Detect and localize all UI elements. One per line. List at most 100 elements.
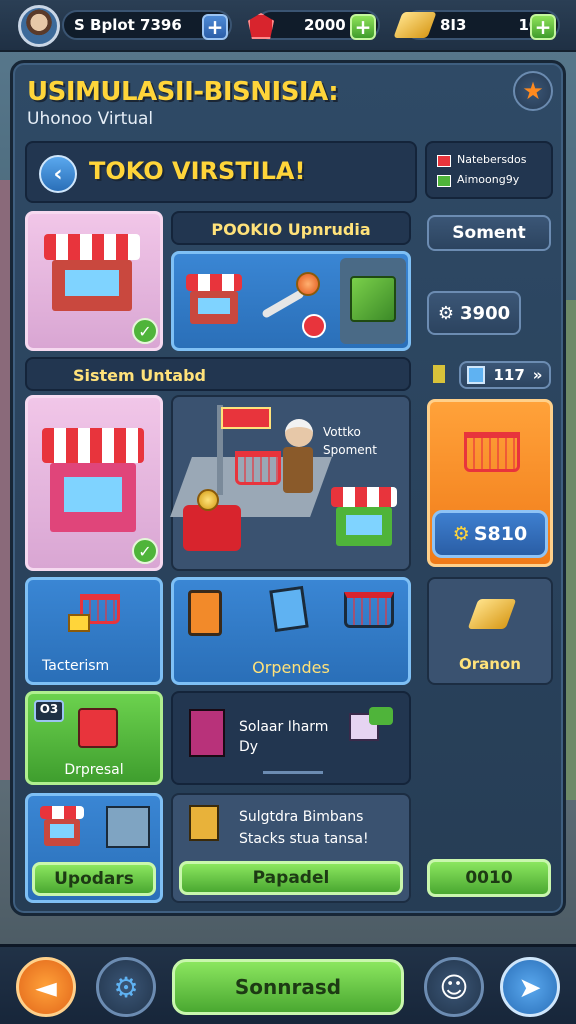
- side-action-label: Soment: [452, 223, 526, 243]
- favorite-star-button[interactable]: ★: [513, 71, 553, 111]
- back-arrow-icon: ◄: [35, 970, 57, 1004]
- worker-role: Spoment: [323, 443, 377, 457]
- kiosk-icon: [186, 274, 242, 330]
- legend-item-1: Natebersdos: [457, 153, 527, 166]
- storefront-icon: [44, 234, 140, 320]
- orpendes-label: Orpendes: [252, 658, 330, 677]
- papadel-label: Papadel: [252, 868, 330, 888]
- gold-resource: 8I3 10 +: [393, 10, 560, 40]
- gear-icon: ⚙: [113, 970, 139, 1004]
- boost-counter[interactable]: 117 »: [459, 361, 551, 389]
- wrench-icon: [261, 289, 305, 319]
- cash-stack-icon: [369, 707, 393, 725]
- add-gems-button[interactable]: +: [350, 14, 376, 40]
- promo-line-2: Stacks stua tansa!: [239, 831, 369, 847]
- star-icon: ★: [522, 77, 544, 105]
- section-header: Sistem Untabd: [25, 357, 411, 391]
- upgrade-header: POOKIO Upnrudia: [171, 211, 411, 245]
- tacterism-label: Tacterism: [42, 658, 110, 674]
- cart-buy-button[interactable]: ⚙ S810: [432, 510, 548, 558]
- small-stall-icon: [331, 487, 397, 553]
- gear-icon: ⚙: [437, 302, 455, 324]
- gems-value: 2000: [304, 16, 346, 34]
- double-chevron-icon: »: [532, 366, 543, 384]
- shop-banner[interactable]: ‹ TOKO VIRSTILA!: [25, 141, 417, 203]
- legend-red-icon: [437, 155, 451, 167]
- stall-icon: [40, 806, 84, 850]
- shopping-cart-icon: [464, 432, 520, 472]
- crate-slot: [340, 258, 406, 344]
- profile-button[interactable]: ☺: [424, 957, 484, 1017]
- back-button[interactable]: ◄: [16, 957, 76, 1017]
- gift-box-icon: [78, 708, 118, 748]
- oranon-label: Oranon: [459, 655, 521, 673]
- gold-amount: 8I3: [440, 16, 467, 34]
- top-resource-bar: S Bplot 7396 + 2000 + 8I3 10 +: [0, 0, 576, 52]
- gold-bar-icon: [393, 12, 437, 38]
- check-badge-icon: ✓: [132, 538, 158, 564]
- papadel-button[interactable]: Papadel: [179, 861, 403, 895]
- back-arrow-icon[interactable]: ‹: [39, 155, 77, 193]
- add-coins-button[interactable]: +: [202, 14, 228, 40]
- coins-label: S Bplot 7396: [74, 16, 182, 34]
- gold-bar-icon: [467, 599, 517, 629]
- shop-sign-icon: [221, 407, 271, 429]
- gems-resource: 2000 +: [248, 10, 380, 40]
- send-arrow-icon: ➤: [518, 970, 542, 1004]
- add-gold-button[interactable]: +: [530, 14, 556, 40]
- count-label: 0010: [465, 868, 513, 888]
- card-icon: [269, 585, 309, 633]
- upgrade-card[interactable]: [171, 251, 411, 351]
- worker-body-icon: [283, 447, 313, 493]
- tacterism-card[interactable]: Tacterism: [25, 577, 163, 685]
- upodars-card[interactable]: Upodars: [25, 793, 163, 903]
- remove-icon: [302, 314, 326, 338]
- cart-price: S810: [473, 523, 528, 545]
- info-line-2: Dy: [239, 739, 259, 755]
- oranon-card[interactable]: Oranon: [427, 577, 553, 685]
- side-action-button[interactable]: Soment: [427, 215, 551, 251]
- settings-button[interactable]: ⚙: [96, 957, 156, 1017]
- coin-icon: [197, 489, 219, 511]
- shopping-bag-icon: [189, 709, 225, 757]
- main-action-button[interactable]: Sonnrasd: [172, 959, 404, 1015]
- orpendes-card[interactable]: Orpendes: [171, 577, 411, 685]
- upgrade-header-label: POOKIO Upnrudia: [211, 220, 371, 239]
- upodars-button[interactable]: Upodars: [32, 862, 156, 896]
- hand-icon: [189, 805, 219, 841]
- cart-offer-card[interactable]: ⚙ S810: [427, 399, 553, 567]
- section-header-label: Sistem Untabd: [73, 366, 207, 385]
- shop-card-2[interactable]: ✓: [25, 395, 163, 571]
- player-avatar[interactable]: [18, 5, 60, 47]
- drpresal-label: Drpresal: [64, 762, 124, 778]
- drpresal-badge: O3: [34, 700, 64, 722]
- legend-box: Natebersdos Aimoong9y: [425, 141, 553, 199]
- basket-icon: [344, 592, 394, 628]
- side-price-badge[interactable]: ⚙ 3900: [427, 291, 521, 335]
- progress-indicator: [263, 771, 323, 774]
- legend-item-2: Aimoong9y: [457, 173, 520, 186]
- shop-banner-title: TOKO VIRSTILA!: [89, 157, 306, 185]
- promo-card[interactable]: Sulgtdra Bimbans Stacks stua tansa! Papa…: [171, 793, 411, 903]
- count-button[interactable]: 0010: [427, 859, 551, 897]
- bottom-navigation-bar: ◄ ⚙ Sonnrasd ☺ ➤: [0, 944, 576, 1024]
- business-panel: USIMULASII-BISNISIA: Uhonoo Virtual ★ ‹ …: [10, 60, 566, 916]
- cash-bin-icon: [183, 505, 241, 551]
- share-button[interactable]: ➤: [500, 957, 560, 1017]
- blue-cube-icon: [467, 366, 486, 384]
- side-price-value: 3900: [460, 302, 511, 324]
- page-subtitle: Uhonoo Virtual: [27, 109, 154, 129]
- drpresal-card[interactable]: O3 Drpresal: [25, 691, 163, 785]
- upodars-label: Upodars: [54, 869, 134, 889]
- shop-card-1[interactable]: ✓: [25, 211, 163, 351]
- promo-line-1: Sulgtdra Bimbans: [239, 809, 364, 825]
- cart-icon: [235, 451, 281, 485]
- shield-icon: [296, 272, 320, 296]
- flag-icon: [433, 365, 445, 383]
- page-title: USIMULASII-BISNISIA:: [27, 77, 339, 107]
- info-card[interactable]: Solaar Iharm Dy: [171, 691, 411, 785]
- gear-coin-icon: ⚙: [452, 523, 470, 545]
- worker-scene-card[interactable]: Vottko Spoment: [170, 395, 411, 571]
- main-action-label: Sonnrasd: [234, 975, 342, 999]
- green-crate-icon: [350, 276, 396, 322]
